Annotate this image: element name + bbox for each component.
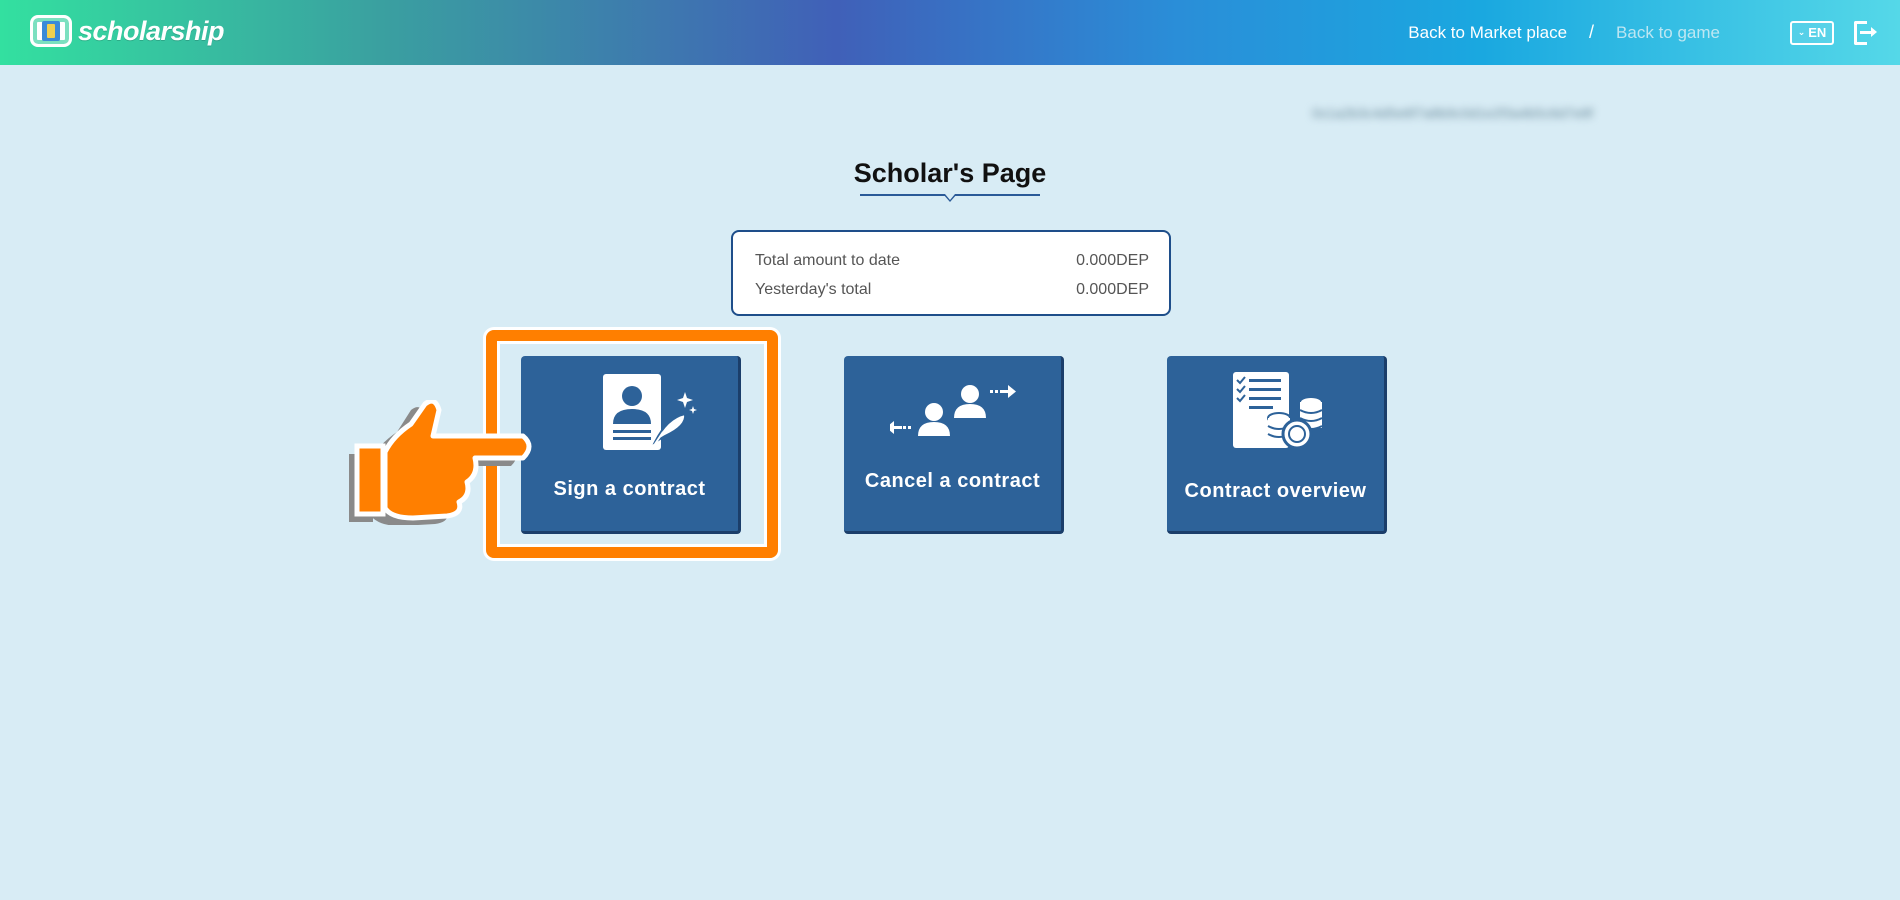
logo-text: scholarship [78,15,225,46]
back-to-game-link[interactable]: Back to game [1616,23,1720,43]
chevron-down-icon: ⌄ [1797,27,1806,37]
summary-value: 0.000DEP [1076,251,1149,269]
logout-icon[interactable] [1852,19,1877,47]
contract-overview-label: Contract overview [1184,480,1367,502]
logo-icon [30,15,72,47]
summary-label: Total amount to date [755,251,900,269]
app-logo[interactable]: scholarship [30,14,225,48]
summary-label: Yesterday's total [755,280,872,298]
nav-separator: / [1589,22,1595,42]
wallet-address: 0x1a2b3c4d5e6f7a8b9c0d1e2f3a4b5c6d7e8f [1312,105,1594,121]
page-title: Scholar's Page [853,158,1047,188]
cancel-contract-button[interactable]: Cancel a contract [844,356,1064,534]
top-header: scholarship Back to Market place / Back … [0,0,1900,65]
cancel-contract-label: Cancel a contract [864,470,1041,492]
summary-row-yesterday: Yesterday's total 0.000DEP [755,275,1149,304]
user-swap-icon [890,385,1016,436]
contract-overview-button[interactable]: Contract overview [1167,356,1387,534]
earnings-summary: Total amount to date 0.000DEP Yesterday'… [731,230,1171,316]
document-coins-icon [1233,372,1323,450]
pointing-hand-icon [349,400,532,525]
title-notch [943,194,957,203]
header-nav: Back to Market place / Back to game ⌄ EN [1408,0,1900,65]
language-label: EN [1808,25,1827,40]
summary-value: 0.000DEP [1076,280,1149,298]
summary-row-total: Total amount to date 0.000DEP [755,246,1149,275]
language-selector[interactable]: ⌄ EN [1790,20,1834,45]
back-to-market-link[interactable]: Back to Market place [1408,23,1567,43]
